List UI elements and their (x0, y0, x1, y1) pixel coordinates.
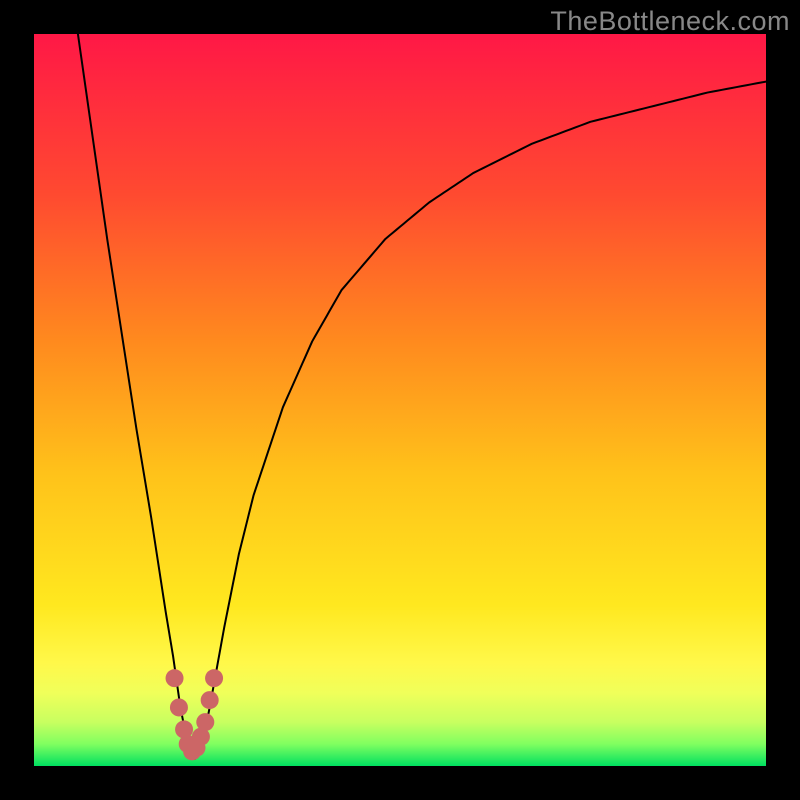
bottleneck-curve (78, 34, 766, 759)
highlight-marker (170, 698, 188, 716)
chart-frame: TheBottleneck.com (0, 0, 800, 800)
plot-area (34, 34, 766, 766)
highlight-marker (166, 669, 184, 687)
watermark-text: TheBottleneck.com (550, 6, 790, 37)
highlight-marker (196, 713, 214, 731)
curve-layer (34, 34, 766, 766)
highlight-marker (205, 669, 223, 687)
highlight-marker (201, 691, 219, 709)
